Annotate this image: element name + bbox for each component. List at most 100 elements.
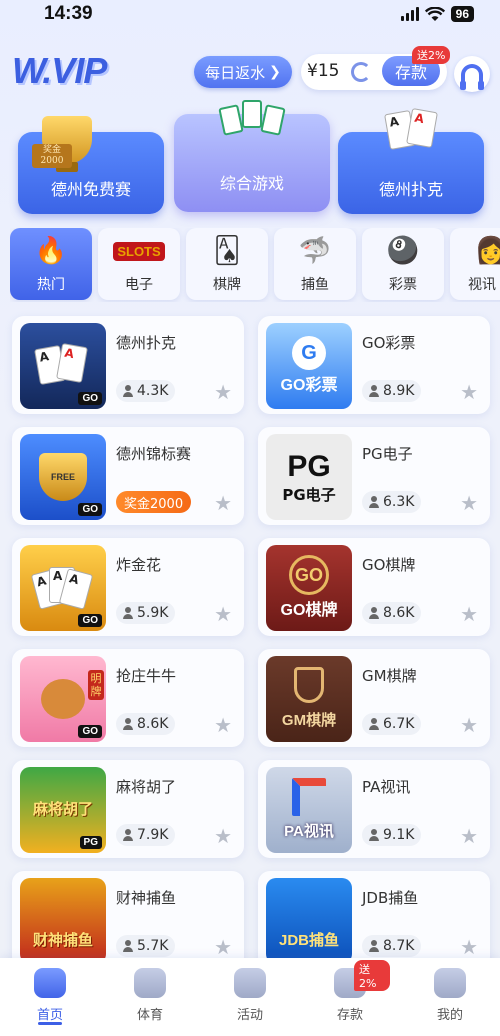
player-count: 7.9K [116, 824, 176, 846]
tab-lottery[interactable]: 🎱 彩票 [362, 228, 444, 300]
sub-category-row: 🔥 热门 SLOTS 电子 🂡 棋牌 🦈 捕鱼 🎱 彩票 👩 视讯 [10, 228, 500, 302]
favorite-star-icon[interactable]: ★ [214, 602, 232, 626]
person-icon [368, 718, 379, 730]
player-count: 4.3K [116, 380, 176, 402]
game-card-jdb-fishing[interactable]: JDB捕鱼 JDB捕鱼 8.7K ★ [258, 871, 490, 969]
person-icon [122, 385, 133, 397]
nav-home[interactable]: 首页 [10, 964, 90, 1030]
person-icon [122, 829, 133, 841]
favorite-star-icon[interactable]: ★ [460, 935, 478, 959]
category-label: 德州扑克 [378, 180, 443, 199]
battery-indicator: 96 [450, 6, 474, 22]
deposit-bonus-badge: 送2% [412, 46, 451, 64]
game-name: PG电子 [362, 445, 413, 463]
status-bar: 14:39 96 [0, 0, 500, 34]
nav-label: 我的 [436, 1008, 463, 1023]
game-name: 财神捕鱼 [116, 889, 177, 907]
category-holdem-freeroll[interactable]: 奖金 2000 德州免费赛 [18, 116, 164, 214]
game-thumb: GM棋牌 [266, 656, 352, 742]
go-badge: GO [78, 503, 102, 516]
chevron-right-icon: ❯ [269, 64, 281, 80]
home-icon [34, 968, 66, 998]
game-card-texas-holdem[interactable]: A A GO 德州扑克 4.3K ★ [12, 316, 244, 414]
tab-slots[interactable]: SLOTS 电子 [98, 228, 180, 300]
game-name: GO棋牌 [362, 556, 416, 574]
sports-icon [134, 968, 166, 998]
game-card-gm-chess[interactable]: GM棋牌 GM棋牌 6.7K ★ [258, 649, 490, 747]
game-card-pa-live[interactable]: PA视讯 PA视讯 9.1K ★ [258, 760, 490, 858]
brand-logo: W.VIP [12, 50, 107, 91]
poker-cards-icon: A A A [30, 565, 94, 611]
wifi-icon [424, 6, 445, 21]
game-card-caishen-fishing[interactable]: 财神捕鱼 财神捕鱼 5.7K ★ [12, 871, 244, 969]
daily-rebate-button[interactable]: 每日返水 ❯ [194, 56, 292, 88]
poker-cards-icon: A A [34, 343, 91, 389]
favorite-star-icon[interactable]: ★ [460, 380, 478, 404]
fish-icon: 🦈 [298, 236, 332, 266]
player-count: 8.7K [362, 935, 422, 957]
nav-label: 活动 [236, 1008, 263, 1023]
favorite-star-icon[interactable]: ★ [214, 380, 232, 404]
pg-badge: PG [79, 836, 102, 849]
profile-icon [434, 968, 466, 998]
favorite-star-icon[interactable]: ★ [460, 491, 478, 515]
customer-support-button[interactable] [454, 56, 490, 92]
tab-fishing[interactable]: 🦈 捕鱼 [274, 228, 356, 300]
person-icon [122, 718, 133, 730]
game-thumb: JDB捕鱼 [266, 878, 352, 964]
player-count: 8.9K [362, 380, 422, 402]
game-card-pg-slots[interactable]: PG PG电子 PG电子 6.3K ★ [258, 427, 490, 525]
game-thumb: A A GO [20, 323, 106, 409]
favorite-star-icon[interactable]: ★ [214, 935, 232, 959]
game-card-holdem-tournament[interactable]: FREE GO 德州锦标赛 奖金2000 ★ [12, 427, 244, 525]
balance-amount: ¥15 [307, 61, 340, 81]
player-count: 5.7K [116, 935, 176, 957]
tab-chess-cards[interactable]: 🂡 棋牌 [186, 228, 268, 300]
nav-deposit[interactable]: 送2% 存款 [310, 960, 390, 1030]
bull-mascot [41, 679, 85, 719]
nav-promotions[interactable]: 活动 [210, 964, 290, 1030]
game-thumb: 麻将胡了 PG [20, 767, 106, 853]
game-thumb: GO GO棋牌 [266, 545, 352, 631]
flame-icon: 🔥 [34, 236, 68, 266]
cards-icon: 🂡 [213, 236, 241, 266]
game-name: 德州扑克 [116, 334, 177, 352]
nav-sports[interactable]: 体育 [110, 964, 190, 1030]
gift-icon [234, 968, 266, 998]
player-count: 8.6K [116, 713, 176, 735]
favorite-star-icon[interactable]: ★ [460, 713, 478, 737]
game-card-mahjong-ways[interactable]: 麻将胡了 PG 麻将胡了 7.9K ★ [12, 760, 244, 858]
live-dealer-icon: 👩 [474, 236, 500, 266]
person-icon [368, 940, 379, 952]
game-name: GM棋牌 [362, 667, 417, 685]
category-label: 德州免费赛 [50, 180, 131, 199]
favorite-star-icon[interactable]: ★ [214, 491, 232, 515]
favorite-star-icon[interactable]: ★ [460, 602, 478, 626]
prize-badge: 奖金2000 [116, 491, 192, 513]
tab-label: 彩票 [389, 277, 417, 293]
game-card-qiangzhuang-niuniu[interactable]: 明牌 GO 抢庄牛牛 8.6K ★ [12, 649, 244, 747]
game-thumb: FREE GO [20, 434, 106, 520]
game-thumb: PA视讯 [266, 767, 352, 853]
category-all-games[interactable]: 综合游戏 [174, 100, 330, 212]
category-texas-holdem[interactable]: A A 德州扑克 [338, 108, 484, 214]
refresh-icon[interactable] [351, 62, 371, 82]
game-card-go-lottery[interactable]: G GO彩票 GO彩票 8.9K ★ [258, 316, 490, 414]
go-badge: GO [78, 392, 102, 405]
game-thumb: 财神捕鱼 [20, 878, 106, 964]
nav-profile[interactable]: 我的 [410, 964, 490, 1030]
favorite-star-icon[interactable]: ★ [214, 713, 232, 737]
game-card-zhajinhua[interactable]: A A A GO 炸金花 5.9K ★ [12, 538, 244, 636]
game-card-go-chess[interactable]: GO GO棋牌 GO棋牌 8.6K ★ [258, 538, 490, 636]
player-count: 8.6K [362, 602, 422, 624]
favorite-star-icon[interactable]: ★ [214, 824, 232, 848]
tab-live[interactable]: 👩 视讯 [450, 228, 500, 300]
active-indicator [38, 1022, 62, 1025]
go-badge: GO [78, 614, 102, 627]
tab-hot[interactable]: 🔥 热门 [10, 228, 92, 300]
poker-cards-icon: A A [383, 108, 439, 154]
favorite-star-icon[interactable]: ★ [460, 824, 478, 848]
bottom-navigation: 首页 体育 活动 送2% 存款 我的 [0, 958, 500, 1036]
headset-icon [460, 64, 484, 90]
player-count: 9.1K [362, 824, 422, 846]
